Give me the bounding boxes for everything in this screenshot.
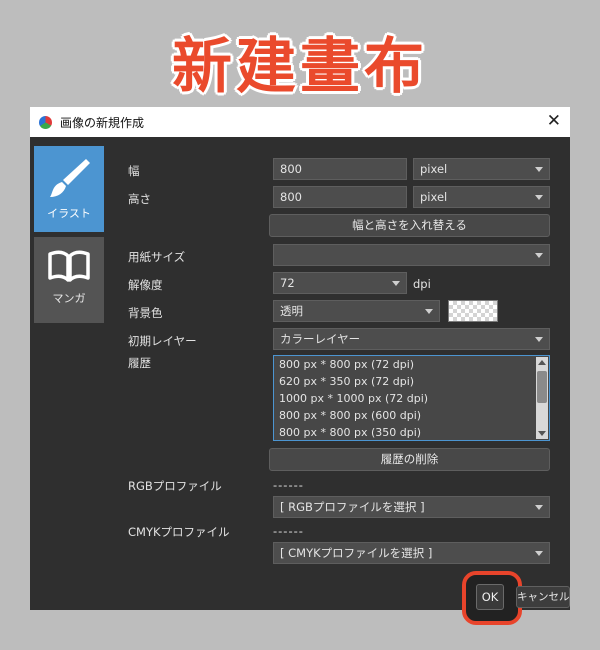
chevron-down-icon xyxy=(535,195,543,200)
chevron-down-icon xyxy=(392,281,400,286)
bg-color-select[interactable]: 透明 xyxy=(273,300,440,322)
chevron-down-icon xyxy=(535,337,543,342)
bg-color-swatch[interactable] xyxy=(448,300,498,322)
height-unit-select[interactable]: pixel xyxy=(413,186,550,208)
new-canvas-dialog: 画像の新規作成 ✕ イラスト マンガ 幅 800 pixel 高さ 800 pi… xyxy=(30,107,570,610)
paper-size-select[interactable] xyxy=(273,244,550,266)
chevron-down-icon xyxy=(535,167,543,172)
list-item[interactable]: 800 px * 800 px (72 dpi) xyxy=(274,356,549,373)
bg-color-label: 背景色 xyxy=(128,306,163,320)
rgb-profile-select[interactable]: [ RGBプロファイルを選択 ] xyxy=(273,496,550,518)
rgb-profile-label: RGBプロファイル xyxy=(128,479,222,493)
cmyk-profile-label: CMYKプロファイル xyxy=(128,525,230,539)
ok-button[interactable]: OK xyxy=(476,584,504,610)
tab-manga[interactable]: マンガ xyxy=(34,237,104,323)
height-label: 高さ xyxy=(128,192,151,206)
cmyk-profile-select[interactable]: [ CMYKプロファイルを選択 ] xyxy=(273,542,550,564)
scroll-down-icon[interactable] xyxy=(538,431,546,436)
tab-illustration[interactable]: イラスト xyxy=(34,146,104,232)
cancel-button[interactable]: キャンセル xyxy=(516,586,570,608)
chevron-down-icon xyxy=(535,551,543,556)
list-item[interactable]: 620 px * 350 px (72 dpi) xyxy=(274,373,549,390)
resolution-select[interactable]: 72 xyxy=(273,272,407,294)
scroll-thumb[interactable] xyxy=(537,371,547,403)
resolution-label: 解像度 xyxy=(128,278,163,292)
brush-icon xyxy=(50,159,90,197)
banner-title: 新建畫布 xyxy=(172,32,428,102)
clear-history-button[interactable]: 履歴の削除 xyxy=(269,448,550,471)
history-label: 履歴 xyxy=(128,356,151,370)
cmyk-profile-current: ------ xyxy=(273,524,304,538)
book-icon xyxy=(48,250,90,282)
list-item[interactable]: 800 px * 800 px (600 dpi) xyxy=(274,407,549,424)
history-list[interactable]: 800 px * 800 px (72 dpi) 620 px * 350 px… xyxy=(273,355,550,441)
close-icon[interactable]: ✕ xyxy=(547,112,561,130)
chevron-down-icon xyxy=(425,309,433,314)
paper-size-label: 用紙サイズ xyxy=(128,250,186,264)
app-icon xyxy=(39,115,52,129)
history-scrollbar[interactable] xyxy=(536,357,548,439)
width-input[interactable]: 800 xyxy=(273,158,407,180)
chevron-down-icon xyxy=(535,505,543,510)
swap-dimensions-button[interactable]: 幅と高さを入れ替える xyxy=(269,214,550,237)
list-item[interactable]: 800 px * 800 px (350 dpi) xyxy=(274,424,549,440)
title-bar: 画像の新規作成 ✕ xyxy=(30,107,570,137)
rgb-profile-current: ------ xyxy=(273,478,304,492)
tab-label: マンガ xyxy=(52,292,86,305)
height-input[interactable]: 800 xyxy=(273,186,407,208)
chevron-down-icon xyxy=(535,253,543,258)
initial-layer-label: 初期レイヤー xyxy=(128,334,197,348)
initial-layer-select[interactable]: カラーレイヤー xyxy=(273,328,550,350)
resolution-unit: dpi xyxy=(413,277,431,291)
window-title: 画像の新規作成 xyxy=(60,115,145,130)
width-label: 幅 xyxy=(128,164,140,178)
tab-label: イラスト xyxy=(47,207,91,220)
width-unit-select[interactable]: pixel xyxy=(413,158,550,180)
list-item[interactable]: 1000 px * 1000 px (72 dpi) xyxy=(274,390,549,407)
scroll-up-icon[interactable] xyxy=(538,360,546,365)
